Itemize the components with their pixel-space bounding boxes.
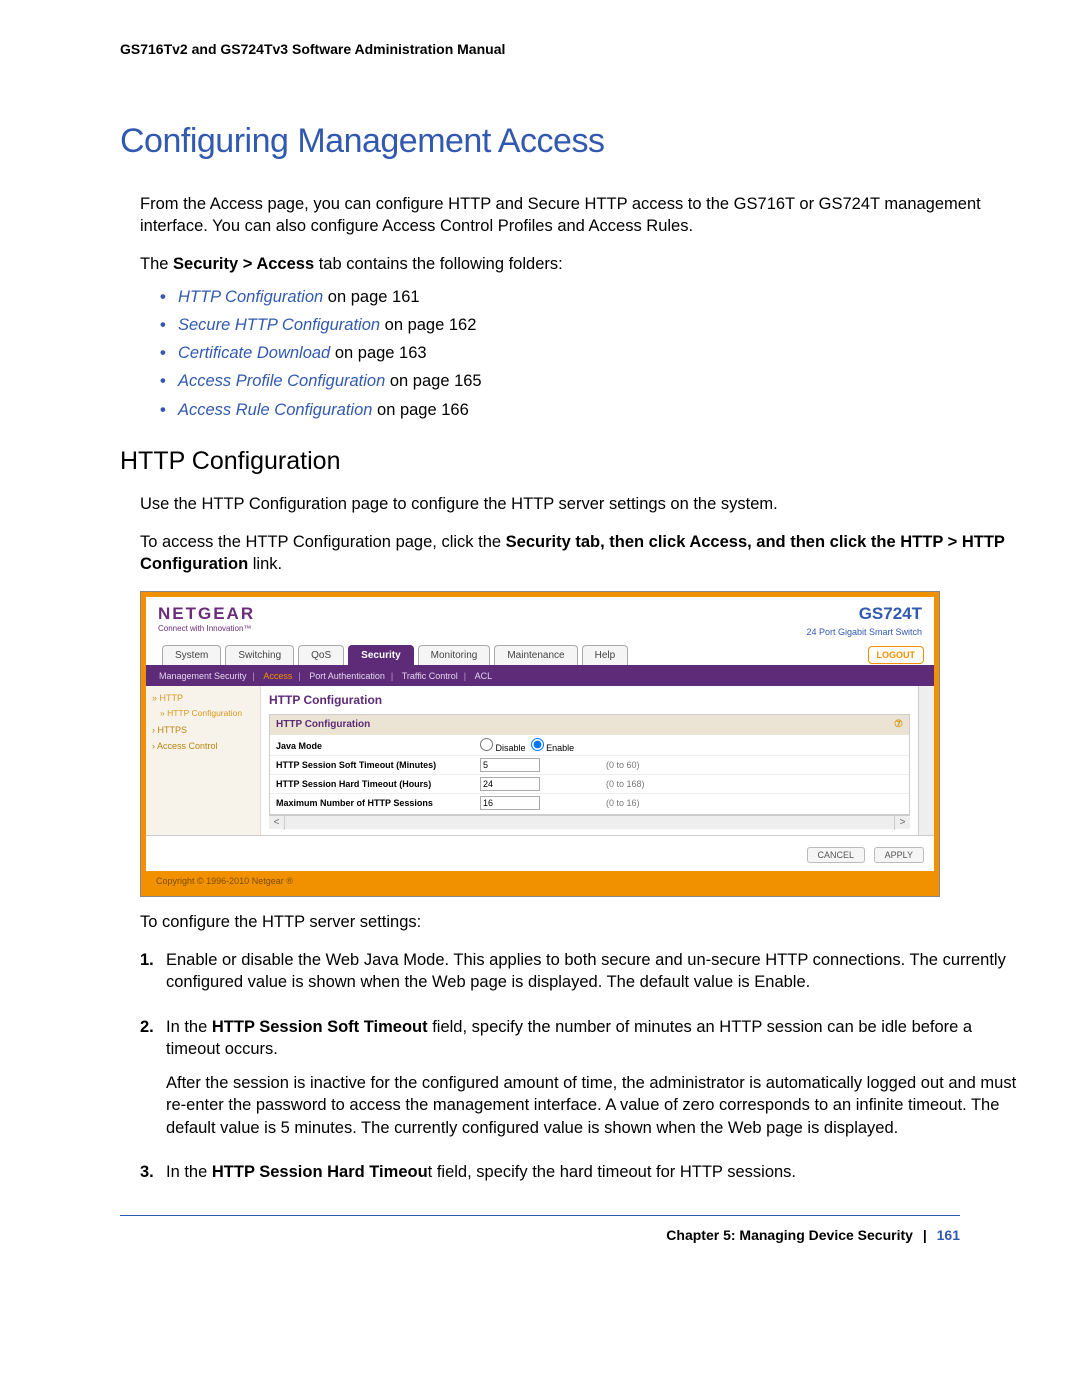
folder-bullet-list: •HTTP Configuration on page 161 •Secure … xyxy=(160,286,1020,421)
post-screenshot-text: To configure the HTTP server settings: xyxy=(140,911,1020,933)
tab-switching[interactable]: Switching xyxy=(225,645,294,666)
section-heading: HTTP Configuration xyxy=(120,445,1020,479)
bullet-icon: • xyxy=(160,342,178,364)
cross-ref-link[interactable]: HTTP Configuration xyxy=(178,288,323,306)
main-tabs: System Switching QoS Security Monitoring… xyxy=(146,641,934,666)
max-sessions-hint: (0 to 16) xyxy=(600,797,640,809)
netgear-logo: NETGEAR xyxy=(158,604,255,623)
step-item: 3. In the HTTP Session Hard Timeout fiel… xyxy=(140,1161,1020,1195)
hard-timeout-label: HTTP Session Hard Timeout (Hours) xyxy=(270,775,480,793)
chapter-label: Chapter 5: Managing Device Security xyxy=(666,1227,913,1243)
java-disable-radio[interactable] xyxy=(480,738,493,751)
sidebar-item-access-control[interactable]: › Access Control xyxy=(146,738,260,754)
sidebar-item-https[interactable]: › HTTPS xyxy=(146,722,260,738)
panel-title: HTTP Configuration xyxy=(269,692,910,708)
tab-qos[interactable]: QoS xyxy=(298,645,344,666)
logout-button[interactable]: LOGOUT xyxy=(868,646,925,664)
step-extra: After the session is inactive for the co… xyxy=(166,1072,1020,1139)
horizontal-scrollbar[interactable]: < > xyxy=(269,815,910,829)
help-icon[interactable]: ⑦ xyxy=(894,718,903,732)
soft-timeout-label: HTTP Session Soft Timeout (Minutes) xyxy=(270,756,480,774)
soft-timeout-hint: (0 to 60) xyxy=(600,759,640,771)
subnav-item[interactable]: Traffic Control xyxy=(402,671,458,681)
tab-sentence: The Security > Access tab contains the f… xyxy=(140,253,1020,275)
tab-system[interactable]: System xyxy=(162,645,221,666)
intro-paragraph: From the Access page, you can configure … xyxy=(140,193,1020,238)
step-number: 1. xyxy=(140,949,166,1006)
model-subtitle: 24 Port Gigabit Smart Switch xyxy=(806,626,922,638)
step-text: In the HTTP Session Soft Timeout field, … xyxy=(166,1016,1020,1061)
subnav-item[interactable]: Port Authentication xyxy=(309,671,385,681)
tab-maintenance[interactable]: Maintenance xyxy=(494,645,577,666)
subnav-item-active[interactable]: Access xyxy=(263,671,292,681)
step-text: In the HTTP Session Hard Timeout field, … xyxy=(166,1161,1020,1183)
scroll-left-icon[interactable]: < xyxy=(269,816,285,830)
brand-tagline: Connect with Innovation™ xyxy=(158,624,255,635)
cross-ref-link[interactable]: Certificate Download xyxy=(178,344,330,362)
embedded-screenshot: NETGEAR Connect with Innovation™ GS724T … xyxy=(140,591,940,896)
section-intro: Use the HTTP Configuration page to confi… xyxy=(140,493,1020,515)
list-item: •Access Profile Configuration on page 16… xyxy=(160,370,1020,392)
list-item: •HTTP Configuration on page 161 xyxy=(160,286,1020,308)
brand-block: NETGEAR Connect with Innovation™ xyxy=(158,603,255,638)
config-box: HTTP Configuration ⑦ Java Mode Disable E… xyxy=(269,714,910,815)
step-item: 2. In the HTTP Session Soft Timeout fiel… xyxy=(140,1016,1020,1151)
java-enable-radio[interactable] xyxy=(531,738,544,751)
footer-rule xyxy=(120,1215,960,1216)
page-footer: Chapter 5: Managing Device Security | 16… xyxy=(60,1226,960,1245)
bullet-icon: • xyxy=(160,314,178,336)
ui-main-panel: HTTP Configuration HTTP Configuration ⑦ … xyxy=(261,686,918,835)
model-name: GS724T xyxy=(806,603,922,626)
steps-list: 1. Enable or disable the Web Java Mode. … xyxy=(140,949,1020,1195)
cross-ref-link[interactable]: Secure HTTP Configuration xyxy=(178,316,380,334)
max-sessions-label: Maximum Number of HTTP Sessions xyxy=(270,794,480,812)
list-item: •Access Rule Configuration on page 166 xyxy=(160,399,1020,421)
cross-ref-link[interactable]: Access Rule Configuration xyxy=(178,401,372,419)
step-number: 3. xyxy=(140,1161,166,1195)
config-box-title: HTTP Configuration xyxy=(276,718,370,732)
cross-ref-link[interactable]: Access Profile Configuration xyxy=(178,372,385,390)
sidebar-item-http-config[interactable]: » HTTP Configuration xyxy=(146,706,260,721)
tab-monitoring[interactable]: Monitoring xyxy=(418,645,491,666)
hard-timeout-input[interactable] xyxy=(480,777,540,791)
bullet-icon: • xyxy=(160,286,178,308)
list-item: •Certificate Download on page 163 xyxy=(160,342,1020,364)
sub-nav: Management Security| Access| Port Authen… xyxy=(146,665,934,686)
step-text: Enable or disable the Web Java Mode. Thi… xyxy=(166,949,1020,994)
java-mode-radios: Disable Enable xyxy=(480,738,600,754)
sidebar-item-http[interactable]: » HTTP xyxy=(146,690,260,706)
vertical-scrollbar[interactable] xyxy=(918,686,934,835)
apply-button[interactable]: APPLY xyxy=(874,847,924,863)
step-number: 2. xyxy=(140,1016,166,1151)
page-number: 161 xyxy=(937,1227,960,1243)
copyright-bar: Copyright © 1996-2010 Netgear ® xyxy=(146,871,934,891)
tab-security[interactable]: Security xyxy=(348,645,413,666)
hard-timeout-hint: (0 to 168) xyxy=(600,778,645,790)
list-item: •Secure HTTP Configuration on page 162 xyxy=(160,314,1020,336)
subnav-item[interactable]: ACL xyxy=(475,671,493,681)
java-mode-label: Java Mode xyxy=(270,737,480,755)
manual-title: GS716Tv2 and GS724Tv3 Software Administr… xyxy=(120,40,1020,59)
subnav-item[interactable]: Management Security xyxy=(159,671,247,681)
page-heading: Configuring Management Access xyxy=(120,119,1020,165)
model-block: GS724T 24 Port Gigabit Smart Switch xyxy=(806,603,922,638)
ui-header: NETGEAR Connect with Innovation™ GS724T … xyxy=(146,597,934,640)
access-instruction: To access the HTTP Configuration page, c… xyxy=(140,531,1020,576)
button-bar: CANCEL APPLY xyxy=(146,835,934,870)
bullet-icon: • xyxy=(160,370,178,392)
cancel-button[interactable]: CANCEL xyxy=(807,847,866,863)
step-item: 1. Enable or disable the Web Java Mode. … xyxy=(140,949,1020,1006)
tab-help[interactable]: Help xyxy=(582,645,629,666)
scroll-right-icon[interactable]: > xyxy=(894,816,910,830)
bullet-icon: • xyxy=(160,399,178,421)
max-sessions-input[interactable] xyxy=(480,796,540,810)
soft-timeout-input[interactable] xyxy=(480,758,540,772)
ui-sidebar: » HTTP » HTTP Configuration › HTTPS › Ac… xyxy=(146,686,261,835)
